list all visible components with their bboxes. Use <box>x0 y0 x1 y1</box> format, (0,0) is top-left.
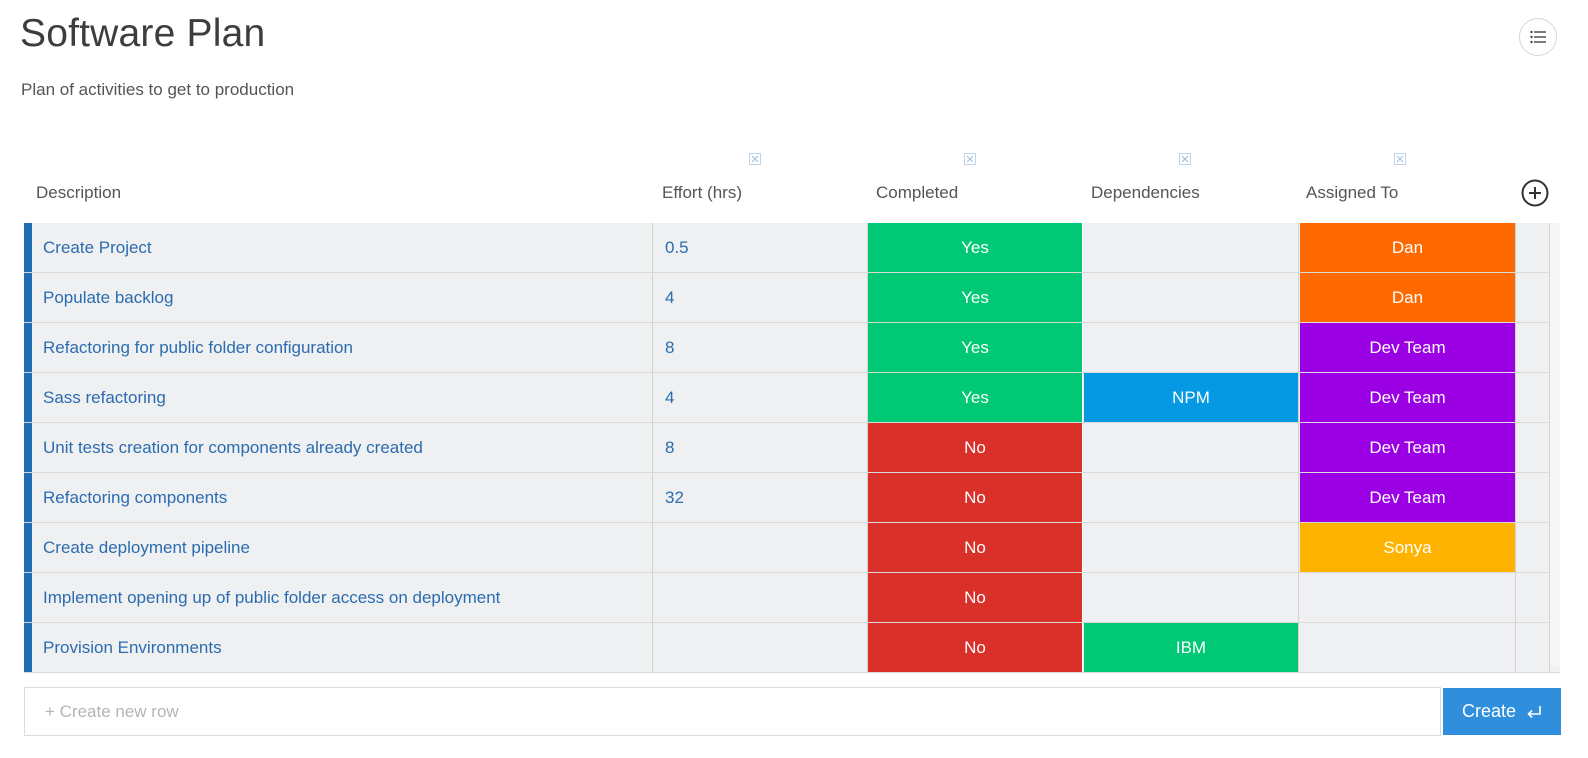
table-row[interactable]: Unit tests creation for components alrea… <box>24 423 1560 473</box>
dependency-badge[interactable] <box>1084 223 1299 272</box>
row-accent-bar <box>24 373 32 422</box>
assignee-badge[interactable]: Dev Team <box>1300 323 1516 372</box>
table-row[interactable]: Sass refactoring 4 Yes NPM Dev Team <box>24 373 1560 423</box>
table-body: Create Project 0.5 Yes Dan Populate backlog 4… <box>24 223 1560 673</box>
dependency-badge[interactable] <box>1084 523 1299 572</box>
create-button-label: Create <box>1461 701 1517 721</box>
effort-cell[interactable] <box>653 573 868 622</box>
effort-cell[interactable] <box>653 623 868 672</box>
remove-column-assigned-to-icon[interactable] <box>1394 153 1406 165</box>
row-end-cell <box>1516 373 1550 422</box>
table-row[interactable]: Implement opening up of public folder ac… <box>24 573 1560 623</box>
row-accent-bar <box>24 423 32 472</box>
completed-status-badge[interactable]: Yes <box>868 323 1083 372</box>
list-icon <box>1530 30 1546 44</box>
assignee-badge[interactable]: Dev Team <box>1300 423 1516 472</box>
column-header-description[interactable]: Description <box>36 150 636 223</box>
row-end-cell <box>1516 523 1550 572</box>
row-end-cell <box>1516 423 1550 472</box>
assignee-badge[interactable] <box>1300 573 1516 622</box>
effort-cell[interactable] <box>653 523 868 572</box>
close-icon <box>966 155 974 163</box>
effort-cell[interactable]: 0.5 <box>653 223 868 272</box>
row-end-cell <box>1516 323 1550 372</box>
row-end-cell <box>1516 473 1550 522</box>
completed-status-badge[interactable]: No <box>868 623 1083 672</box>
assignee-badge[interactable]: Sonya <box>1300 523 1516 572</box>
row-accent-bar <box>24 573 32 622</box>
effort-cell[interactable]: 8 <box>653 423 868 472</box>
completed-status-badge[interactable]: Yes <box>868 373 1083 422</box>
completed-status-badge[interactable]: Yes <box>868 273 1083 322</box>
column-header-completed[interactable]: Completed <box>876 150 1076 223</box>
table-row[interactable]: Refactoring for public folder configurat… <box>24 323 1560 373</box>
remove-column-dependencies-icon[interactable] <box>1179 153 1191 165</box>
table-row[interactable]: Refactoring components 32 No Dev Team <box>24 473 1560 523</box>
column-header-dependencies[interactable]: Dependencies <box>1091 150 1291 223</box>
remove-column-effort-icon[interactable] <box>749 153 761 165</box>
table-row[interactable]: Create Project 0.5 Yes Dan <box>24 223 1560 273</box>
dependency-badge[interactable] <box>1084 423 1299 472</box>
scrollbar-track[interactable] <box>1550 223 1560 666</box>
menu-button[interactable] <box>1519 18 1557 56</box>
enter-icon <box>1527 705 1541 718</box>
add-column-button[interactable] <box>1521 179 1549 207</box>
row-end-cell <box>1516 273 1550 322</box>
assignee-badge[interactable]: Dan <box>1300 223 1516 272</box>
description-cell[interactable]: Implement opening up of public folder ac… <box>32 573 653 622</box>
row-end-cell <box>1516 223 1550 272</box>
close-icon <box>1396 155 1404 163</box>
completed-status-badge[interactable]: No <box>868 573 1083 622</box>
plus-circle-icon <box>1521 179 1549 207</box>
dependency-badge[interactable] <box>1084 273 1299 322</box>
dependency-badge[interactable]: IBM <box>1084 623 1299 672</box>
dependency-badge[interactable] <box>1084 573 1299 622</box>
completed-status-badge[interactable]: No <box>868 523 1083 572</box>
row-end-cell <box>1516 623 1550 672</box>
description-cell[interactable]: Sass refactoring <box>32 373 653 422</box>
table-row[interactable]: Create deployment pipeline No Sonya <box>24 523 1560 573</box>
dependency-badge[interactable] <box>1084 473 1299 522</box>
row-accent-bar <box>24 523 32 572</box>
effort-cell[interactable]: 4 <box>653 373 868 422</box>
row-accent-bar <box>24 273 32 322</box>
description-cell[interactable]: Provision Environments <box>32 623 653 672</box>
completed-status-badge[interactable]: No <box>868 423 1083 472</box>
plan-table: Description Effort (hrs) Completed Depen… <box>24 150 1560 673</box>
create-button[interactable]: Create <box>1443 688 1561 735</box>
description-cell[interactable]: Unit tests creation for components alrea… <box>32 423 653 472</box>
completed-status-badge[interactable]: No <box>868 473 1083 522</box>
remove-column-completed-icon[interactable] <box>964 153 976 165</box>
description-cell[interactable]: Create deployment pipeline <box>32 523 653 572</box>
description-cell[interactable]: Refactoring components <box>32 473 653 522</box>
description-cell[interactable]: Refactoring for public folder configurat… <box>32 323 653 372</box>
create-new-row-input[interactable] <box>24 687 1441 736</box>
effort-cell[interactable]: 32 <box>653 473 868 522</box>
effort-cell[interactable]: 4 <box>653 273 868 322</box>
assignee-badge[interactable]: Dan <box>1300 273 1516 322</box>
effort-cell[interactable]: 8 <box>653 323 868 372</box>
row-accent-bar <box>24 323 32 372</box>
table-row[interactable]: Populate backlog 4 Yes Dan <box>24 273 1560 323</box>
close-icon <box>1181 155 1189 163</box>
row-end-cell <box>1516 573 1550 622</box>
assignee-badge[interactable] <box>1300 623 1516 672</box>
table-row[interactable]: Provision Environments No IBM <box>24 623 1560 673</box>
close-icon <box>751 155 759 163</box>
row-accent-bar <box>24 623 32 672</box>
dependency-badge[interactable] <box>1084 323 1299 372</box>
assignee-badge[interactable]: Dev Team <box>1300 473 1516 522</box>
dependency-badge[interactable]: NPM <box>1084 373 1299 422</box>
row-accent-bar <box>24 473 32 522</box>
assignee-badge[interactable]: Dev Team <box>1300 373 1516 422</box>
page-subtitle: Plan of activities to get to production <box>21 80 295 99</box>
row-accent-bar <box>24 223 32 272</box>
column-header-effort[interactable]: Effort (hrs) <box>662 150 862 223</box>
table-header: Description Effort (hrs) Completed Depen… <box>24 150 1560 223</box>
column-header-assigned-to[interactable]: Assigned To <box>1306 150 1506 223</box>
description-cell[interactable]: Populate backlog <box>32 273 653 322</box>
page-title: Software Plan <box>20 12 266 55</box>
completed-status-badge[interactable]: Yes <box>868 223 1083 272</box>
description-cell[interactable]: Create Project <box>32 223 653 272</box>
